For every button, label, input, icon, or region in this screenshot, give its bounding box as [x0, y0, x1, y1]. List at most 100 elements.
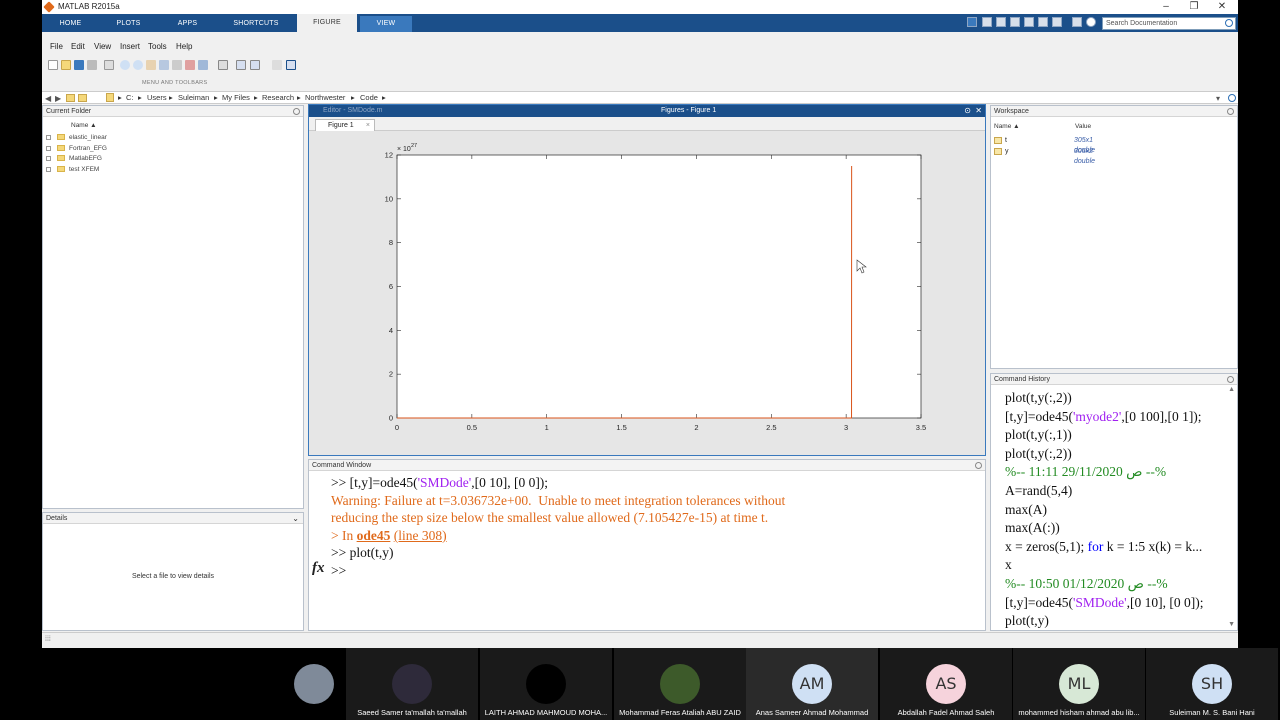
search-icon[interactable]: [1225, 19, 1233, 27]
panel-actions-icon[interactable]: [293, 108, 300, 115]
participant-tile[interactable]: Mohammad Feras Ataliah ABU ZAID: [614, 648, 746, 720]
collapse-icon[interactable]: ⌄: [292, 513, 299, 524]
close-button[interactable]: ✕: [1208, 0, 1236, 13]
tab-home[interactable]: HOME: [48, 16, 93, 32]
participant-tile[interactable]: SH Suleiman M. S. Bani Hani: [1146, 648, 1278, 720]
participant-tile[interactable]: [262, 648, 346, 720]
scroll-up-icon[interactable]: ▲: [1228, 386, 1235, 393]
expand-icon[interactable]: [46, 155, 51, 161]
link-plot-icon[interactable]: [198, 60, 208, 70]
history-entry[interactable]: A=rand(5,4): [1005, 482, 1072, 501]
crumb-code[interactable]: Code: [360, 92, 378, 104]
history-entry[interactable]: x = zeros(5,1); for k = 1:5 x(k) = k...: [1005, 538, 1202, 557]
close-tab-icon[interactable]: ×: [366, 120, 370, 131]
command-window[interactable]: Command Window >> [t,y]=ode45('SMDode',[…: [308, 459, 986, 631]
address-dropdown-icon[interactable]: ▾: [1216, 94, 1220, 103]
panel-actions-icon[interactable]: [1227, 108, 1234, 115]
tab-apps[interactable]: APPS: [165, 16, 210, 32]
menu-help[interactable]: Help: [176, 40, 192, 54]
undo-icon[interactable]: [1038, 17, 1048, 27]
column-value[interactable]: Value: [1075, 123, 1091, 130]
crumb-northwester[interactable]: Northwester: [305, 92, 345, 104]
insert-legend-icon[interactable]: [236, 60, 246, 70]
save-figure-icon[interactable]: [74, 60, 84, 70]
history-entry[interactable]: max(A(:)): [1005, 519, 1060, 538]
search-folder-icon[interactable]: [1228, 94, 1236, 102]
dock-figure-icon[interactable]: [286, 60, 296, 70]
axes-box[interactable]: [396, 154, 922, 419]
zoom-out-icon[interactable]: [133, 60, 143, 70]
history-entry[interactable]: [t,y]=ode45('myode2',[0 100],[0 1]);: [1005, 408, 1202, 427]
history-entry[interactable]: x: [1005, 556, 1012, 575]
rotate-icon[interactable]: [159, 60, 169, 70]
back-icon[interactable]: ◀: [45, 94, 51, 103]
expand-icon[interactable]: [46, 166, 51, 172]
show-plot-tools-icon[interactable]: [272, 60, 282, 70]
column-name[interactable]: Name ▲: [71, 122, 97, 129]
crumb-suleiman[interactable]: Suleiman: [178, 92, 209, 104]
forward-icon[interactable]: ▶: [55, 94, 61, 103]
history-entry[interactable]: %-- 11:11 29/11/2020 ص --%: [1005, 463, 1166, 482]
hide-plot-tools-icon[interactable]: [250, 60, 260, 70]
editor-tab[interactable]: Editor - SMDode.m: [323, 105, 383, 117]
crumb-users[interactable]: Users: [147, 92, 167, 104]
menu-view[interactable]: View: [94, 40, 111, 54]
switch-windows-icon[interactable]: [1072, 17, 1082, 27]
participant-tile[interactable]: ML mohammed hisham ahmad abu lib...: [1013, 648, 1145, 720]
line-308-link[interactable]: (line 308): [394, 528, 447, 543]
workspace-variable[interactable]: y 305x2 double: [994, 147, 1095, 165]
tab-figure[interactable]: FIGURE: [297, 14, 357, 32]
scroll-down-icon[interactable]: ▼: [1228, 621, 1235, 628]
expand-icon[interactable]: [46, 134, 51, 140]
paste-icon[interactable]: [1024, 17, 1034, 27]
participant-tile[interactable]: AS Abdallah Fadel Ahmad Saleh: [880, 648, 1012, 720]
up-folder-icon[interactable]: [66, 94, 75, 102]
tab-figure-1[interactable]: Figure 1 ×: [315, 119, 375, 131]
folder-item[interactable]: Fortran_EFG: [46, 144, 107, 154]
history-entry[interactable]: [t,y]=ode45('SMDode',[0 10], [0 0]);: [1005, 594, 1203, 613]
brush-icon[interactable]: [185, 60, 195, 70]
menu-file[interactable]: File: [50, 40, 63, 54]
tab-shortcuts[interactable]: SHORTCUTS: [228, 16, 284, 32]
restore-button[interactable]: ❐: [1180, 0, 1208, 13]
history-entry[interactable]: plot(t,y): [1005, 612, 1049, 630]
insert-colorbar-icon[interactable]: [218, 60, 228, 70]
history-entry[interactable]: plot(t,y(:,2)): [1005, 389, 1072, 408]
figure-canvas[interactable]: 0 0.5 1 1.5 2 2.5 3 3.5 0 2 4 6 8 10 12 × 10 27: [309, 132, 985, 454]
panel-actions-icon[interactable]: [975, 462, 982, 469]
panel-actions-icon[interactable]: [1227, 376, 1234, 383]
menu-tools[interactable]: Tools: [148, 40, 167, 54]
function-browser-icon[interactable]: fx: [312, 560, 325, 577]
minimize-button[interactable]: –: [1152, 0, 1180, 13]
crumb-my-files[interactable]: My Files: [222, 92, 250, 104]
participant-tile[interactable]: AM Anas Sameer Ahmad Mohammad: [746, 648, 878, 720]
search-documentation-input[interactable]: Search Documentation: [1102, 17, 1236, 30]
history-entry[interactable]: %-- 10:50 01/12/2020 ص --%: [1005, 575, 1168, 594]
data-cursor-icon[interactable]: [172, 60, 182, 70]
participant-tile[interactable]: Saeed Samer ta'mallah ta'mallah: [346, 648, 478, 720]
browse-folder-icon[interactable]: [78, 94, 87, 102]
folder-item[interactable]: elastic_linear: [46, 133, 107, 143]
pan-icon[interactable]: [146, 60, 156, 70]
menu-insert[interactable]: Insert: [120, 40, 140, 54]
history-entry[interactable]: max(A): [1005, 501, 1047, 520]
quick-access-icon[interactable]: [967, 17, 977, 27]
copy-icon[interactable]: [1010, 17, 1020, 27]
panel-actions-icon[interactable]: ⊙: [964, 105, 971, 117]
history-entry[interactable]: plot(t,y(:,1)): [1005, 426, 1072, 445]
cut-icon[interactable]: [996, 17, 1006, 27]
new-figure-icon[interactable]: [48, 60, 58, 70]
crumb-research[interactable]: Research: [262, 92, 294, 104]
column-name[interactable]: Name ▲: [994, 123, 1020, 130]
menu-edit[interactable]: Edit: [71, 40, 85, 54]
history-entry[interactable]: plot(t,y(:,2)): [1005, 445, 1072, 464]
redo-icon[interactable]: [1052, 17, 1062, 27]
command-prompt[interactable]: >>: [331, 562, 350, 580]
ode45-link[interactable]: ode45: [357, 528, 391, 543]
expand-icon[interactable]: [46, 145, 51, 151]
tab-plots[interactable]: PLOTS: [106, 16, 151, 32]
folder-item[interactable]: MatlabEFG: [46, 154, 102, 164]
open-icon[interactable]: [61, 60, 71, 70]
print-icon[interactable]: [87, 60, 97, 70]
save-icon[interactable]: [982, 17, 992, 27]
